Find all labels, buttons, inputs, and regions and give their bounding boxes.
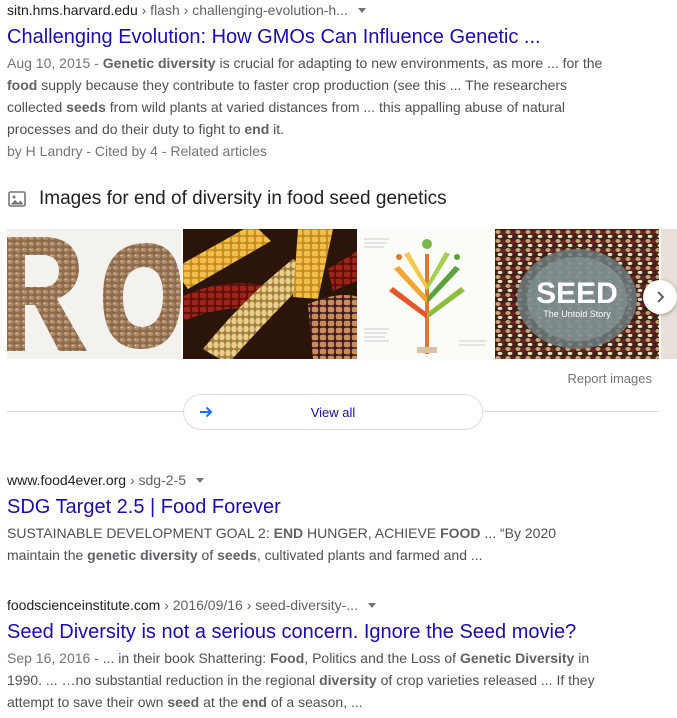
highlighted-term: genetic diversity — [87, 547, 198, 563]
highlighted-term: END — [273, 525, 304, 541]
seeds-letters-image[interactable] — [7, 229, 181, 359]
images-heading: Images for end of diversity in food seed… — [39, 188, 447, 209]
search-result-3: foodscienceinstitute.com › 2016/09/16 › … — [7, 595, 607, 713]
highlighted-term: Food — [270, 650, 305, 666]
result-meta: by H Landry - Cited by 4 - Related artic… — [7, 143, 267, 159]
next-images-button[interactable] — [643, 280, 677, 314]
chevron-down-icon[interactable] — [357, 7, 366, 13]
snippet-text: it. — [269, 121, 285, 137]
highlighted-term: seeds — [217, 547, 257, 563]
view-all-button[interactable]: View all — [183, 394, 483, 430]
highlighted-term: end — [244, 121, 270, 137]
result-cite[interactable]: www.food4ever.org › sdg-2-5 — [7, 470, 607, 490]
poster-subtitle: The Untold Story — [543, 309, 611, 319]
snippet-text: is crucial for adapting to new environme… — [215, 55, 603, 71]
highlighted-term: FOOD — [440, 525, 481, 541]
chevron-right-icon — [657, 291, 665, 303]
poster-title: SEED — [536, 277, 618, 310]
result-snippet: SUSTAINABLE DEVELOPMENT GOAL 2: END HUNG… — [7, 522, 607, 566]
result-snippet: Aug 10, 2015 - Genetic diversity is cruc… — [7, 52, 607, 140]
plant-infographic-image[interactable] — [359, 229, 493, 359]
result-site: foodscienceinstitute.com — [7, 597, 161, 613]
snippet-text: , cultivated plants and farmed and ... — [256, 547, 483, 563]
result-date: Aug 10, 2015 - — [7, 55, 103, 71]
result-title-link[interactable]: SDG Target 2.5 | Food Forever — [7, 494, 607, 520]
result-date: Sep 16, 2016 - — [7, 650, 103, 666]
highlighted-term: end — [242, 694, 267, 710]
snippet-text: of a season, ... — [266, 694, 363, 710]
result-path: › sdg-2-5 — [126, 472, 186, 488]
highlighted-term: Genetic Diversity — [459, 650, 575, 666]
result-title-link[interactable]: Seed Diversity is not a serious concern.… — [7, 619, 607, 645]
snippet-text: at the — [199, 694, 243, 710]
view-all-label: View all — [310, 404, 356, 420]
report-images-link[interactable]: Report images — [567, 371, 652, 386]
snippet-text: HUNGER, ACHIEVE — [303, 525, 441, 541]
highlighted-term: seeds — [66, 99, 106, 115]
result-title-link[interactable]: Challenging Evolution: How GMOs Can Infl… — [7, 24, 607, 50]
chevron-down-icon[interactable] — [196, 477, 204, 483]
snippet-text: of — [197, 547, 218, 563]
snippet-text: SUSTAINABLE DEVELOPMENT GOAL 2: — [7, 525, 274, 541]
snippet-text: , Politics and the Loss of — [304, 650, 460, 666]
image-strip: SEED The Untold Story — [7, 229, 677, 359]
seed-documentary-poster-image[interactable]: SEED The Untold Story — [495, 229, 659, 359]
chevron-down-icon[interactable] — [367, 602, 376, 608]
images-header: Images for end of diversity in food seed… — [7, 188, 447, 210]
result-site: sitn.hms.harvard.edu — [7, 2, 138, 18]
image-icon — [8, 191, 26, 207]
arrow-right-icon — [200, 406, 213, 418]
search-result-2: www.food4ever.org › sdg-2-5 SDG Target 2… — [7, 470, 607, 566]
highlighted-term: food — [7, 77, 38, 93]
result-site: www.food4ever.org — [7, 472, 127, 488]
snippet-text: ... in their book Shattering: — [102, 650, 271, 666]
result-snippet: Sep 16, 2016 - ... in their book Shatter… — [7, 647, 607, 713]
corn-varieties-image[interactable] — [183, 229, 357, 359]
highlighted-term: diversity — [319, 672, 377, 688]
result-path: › flash › challenging-evolution-h... — [137, 2, 348, 18]
result-cite[interactable]: foodscienceinstitute.com › 2016/09/16 › … — [7, 595, 607, 615]
highlighted-term: seed — [167, 694, 200, 710]
result-cite[interactable]: sitn.hms.harvard.edu › flash › challengi… — [7, 0, 607, 20]
result-path: › 2016/09/16 › seed-diversity-... — [160, 597, 358, 613]
search-result-1: sitn.hms.harvard.edu › flash › challengi… — [7, 0, 607, 162]
highlighted-term: Genetic diversity — [102, 55, 216, 71]
